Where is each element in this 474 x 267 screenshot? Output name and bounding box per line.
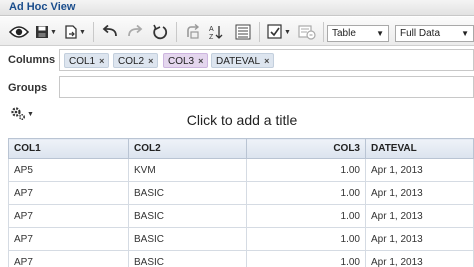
toolbar-separator (176, 22, 177, 42)
table-cell: Apr 1, 2013 (365, 204, 474, 228)
columns-label: Columns (8, 54, 56, 66)
column-header[interactable]: COL3 (246, 138, 366, 159)
column-chip[interactable]: COL1 × (64, 53, 110, 68)
table-cell: BASIC (128, 227, 247, 251)
sort-icon[interactable]: AZ (207, 22, 229, 42)
column-header[interactable]: COL1 (8, 138, 129, 159)
remove-icon[interactable]: × (99, 56, 104, 66)
toolbar-separator (323, 22, 324, 42)
data-table: COL1 COL2 COL3 DATEVAL AP5 KVM 1.00 Apr … (8, 138, 474, 267)
chip-label: DATEVAL (216, 56, 261, 67)
table-cell: 1.00 (246, 204, 366, 228)
table-cell: AP7 (8, 250, 129, 267)
table-cell: Apr 1, 2013 (365, 158, 474, 182)
undo-icon[interactable] (99, 22, 121, 42)
sql-icon[interactable] (296, 22, 318, 42)
groups-drop-zone[interactable] (59, 76, 474, 98)
table-row: AP7 BASIC 1.00 Apr 1, 2013 (8, 204, 474, 228)
title-bar: Ad Hoc View (0, 0, 474, 16)
svg-text:A: A (209, 26, 214, 33)
table-cell: Apr 1, 2013 (365, 250, 474, 267)
data-select[interactable]: Full Data ▼ (395, 25, 474, 42)
toolbar: ▼ ▼ AZ ▼ Table ▼ Full Data ▼ (0, 17, 474, 46)
table-cell: AP7 (8, 181, 129, 205)
table-cell: 1.00 (246, 181, 366, 205)
visualization-select[interactable]: Table ▼ (327, 25, 389, 42)
table-cell: KVM (128, 158, 247, 182)
remove-icon[interactable]: × (198, 56, 203, 66)
table-row: AP7 BASIC 1.00 Apr 1, 2013 (8, 250, 474, 267)
chip-label: COL3 (168, 56, 195, 67)
table-header-row: COL1 COL2 COL3 DATEVAL (8, 138, 474, 159)
table-cell: BASIC (128, 181, 247, 205)
table-row: AP7 BASIC 1.00 Apr 1, 2013 (8, 227, 474, 251)
table-row: AP5 KVM 1.00 Apr 1, 2013 (8, 158, 474, 182)
table-cell: AP7 (8, 204, 129, 228)
visualization-select-value: Table (332, 28, 356, 39)
chevron-down-icon: ▼ (376, 29, 384, 38)
table-row: AP7 BASIC 1.00 Apr 1, 2013 (8, 181, 474, 205)
export-icon[interactable]: ▼ (62, 22, 88, 42)
table-cell: 1.00 (246, 158, 366, 182)
chip-label: COL1 (69, 56, 96, 67)
column-header[interactable]: DATEVAL (365, 138, 474, 159)
columns-drop-zone[interactable]: COL1 × COL2 × COL3 × DATEVAL × (59, 49, 474, 71)
table-cell: 1.00 (246, 227, 366, 251)
pivot-icon[interactable] (182, 22, 204, 42)
window-title: Ad Hoc View (9, 1, 76, 13)
input-controls-icon[interactable] (232, 22, 254, 42)
redo-icon[interactable] (124, 22, 146, 42)
column-chip-measure[interactable]: COL3 × (163, 53, 209, 68)
column-header[interactable]: COL2 (128, 138, 247, 159)
data-select-value: Full Data (400, 28, 441, 39)
save-icon[interactable]: ▼ (33, 22, 59, 42)
table-cell: 1.00 (246, 250, 366, 267)
table-cell: AP5 (8, 158, 129, 182)
groups-label: Groups (8, 82, 48, 94)
svg-text:Z: Z (209, 34, 214, 40)
remove-icon[interactable]: × (264, 56, 269, 66)
report-title[interactable]: Click to add a title (0, 112, 474, 128)
toolbar-separator (93, 22, 94, 42)
eye-icon[interactable] (8, 22, 30, 42)
chip-label: COL2 (118, 56, 145, 67)
table-cell: Apr 1, 2013 (365, 181, 474, 205)
remove-icon[interactable]: × (148, 56, 153, 66)
column-chip[interactable]: DATEVAL × (211, 53, 275, 68)
table-cell: BASIC (128, 250, 247, 267)
chevron-down-icon: ▼ (461, 29, 469, 38)
filter-icon[interactable]: ▼ (265, 22, 293, 42)
table-cell: Apr 1, 2013 (365, 227, 474, 251)
table-cell: AP7 (8, 227, 129, 251)
toolbar-separator (259, 22, 260, 42)
column-chip[interactable]: COL2 × (113, 53, 159, 68)
undo-all-icon[interactable] (149, 22, 171, 42)
table-cell: BASIC (128, 204, 247, 228)
